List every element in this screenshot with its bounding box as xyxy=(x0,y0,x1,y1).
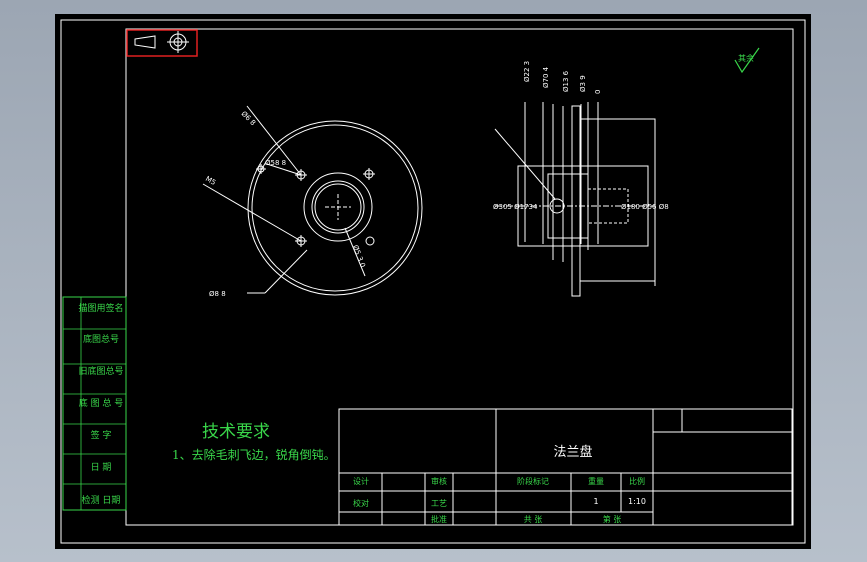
front-label-4: Ø5 3 0 xyxy=(351,244,366,269)
check-label: 校对 xyxy=(353,498,369,508)
side-label-5: Ø305 Ø1734 xyxy=(493,203,538,211)
stage-mark-label: 阶段标记 xyxy=(517,476,549,486)
side-label-1: Ø70 4 xyxy=(542,66,550,88)
design-label: 设计 xyxy=(353,476,369,486)
drawing-sheet: 描图用签名 底图总号 旧底图总号 底 图 总 号 签 字 日 期 检测 日期 其… xyxy=(55,14,811,549)
front-label-2: Ø8 8 xyxy=(209,290,226,298)
std-review-label: 审核 xyxy=(431,476,447,486)
side-label-3: Ø3 9 xyxy=(579,75,587,92)
flange-outer-circle xyxy=(247,120,423,296)
tech-req-line1: 1、去除毛刺飞边，锐角倒钝。 xyxy=(172,447,336,462)
approved-by-label: 批准 xyxy=(431,514,447,524)
weight-label: 重量 xyxy=(588,476,604,486)
ratio-label: 比例 xyxy=(629,476,645,486)
tech-req-title: 技术要求 xyxy=(202,422,270,442)
projection-symbol xyxy=(126,29,198,57)
sheet-total: 共 张 xyxy=(524,515,543,524)
part-name: 法兰盘 xyxy=(553,444,592,460)
cone-icon xyxy=(134,35,156,49)
strip-cell-0: 描图用签名 xyxy=(78,302,123,314)
flange-plate xyxy=(571,105,581,297)
title-block: 法兰盘 设计 校对 审核 工艺 批准 阶段标记 重量 比例 1:10 1 共 张… xyxy=(338,408,793,526)
left-strip-table: 描图用签名 底图总号 旧底图总号 底 图 总 号 签 字 日 期 检测 日期 xyxy=(62,296,127,511)
outer-frame xyxy=(60,19,806,544)
strip-cell-5: 日 期 xyxy=(91,462,112,473)
front-view: Ø6 8 M5 Ø8 8 Ø58 8 Ø5 3 0 xyxy=(202,105,423,298)
strip-cell-6: 检测 日期 xyxy=(82,494,121,506)
strip-cell-1: 底图总号 xyxy=(83,333,119,345)
quantity-value: 1 xyxy=(593,497,598,506)
drawing-canvas: 描图用签名 底图总号 旧底图总号 底 图 总 号 签 字 日 期 检测 日期 其… xyxy=(60,19,806,544)
approve-label: 工艺 xyxy=(431,499,447,508)
side-label-2: Ø13 6 xyxy=(562,70,570,92)
side-label-4: 0 xyxy=(594,90,602,94)
strip-cell-2: 旧底图总号 xyxy=(78,365,123,377)
ratio-value: 1:10 xyxy=(628,497,646,506)
side-view: Ø22 3 Ø70 4 Ø13 6 Ø3 9 0 Ø305 Ø1734 Ø180… xyxy=(493,61,669,297)
flange-body xyxy=(579,118,656,282)
strip-cell-4: 签 字 xyxy=(91,429,112,441)
projection-symbol-border xyxy=(126,29,198,57)
front-label-3: Ø58 8 xyxy=(265,159,286,167)
front-label-0: Ø6 8 xyxy=(240,110,257,127)
side-label-0: Ø22 3 xyxy=(523,61,531,82)
sheet-no: 第 张 xyxy=(603,514,622,524)
roughness-label: 其余 xyxy=(738,53,754,63)
side-label-6: Ø180 Ø56 Ø8 xyxy=(621,203,669,211)
strip-cell-3: 底 图 总 号 xyxy=(79,397,124,409)
roughness-symbol: 其余 xyxy=(734,47,760,74)
